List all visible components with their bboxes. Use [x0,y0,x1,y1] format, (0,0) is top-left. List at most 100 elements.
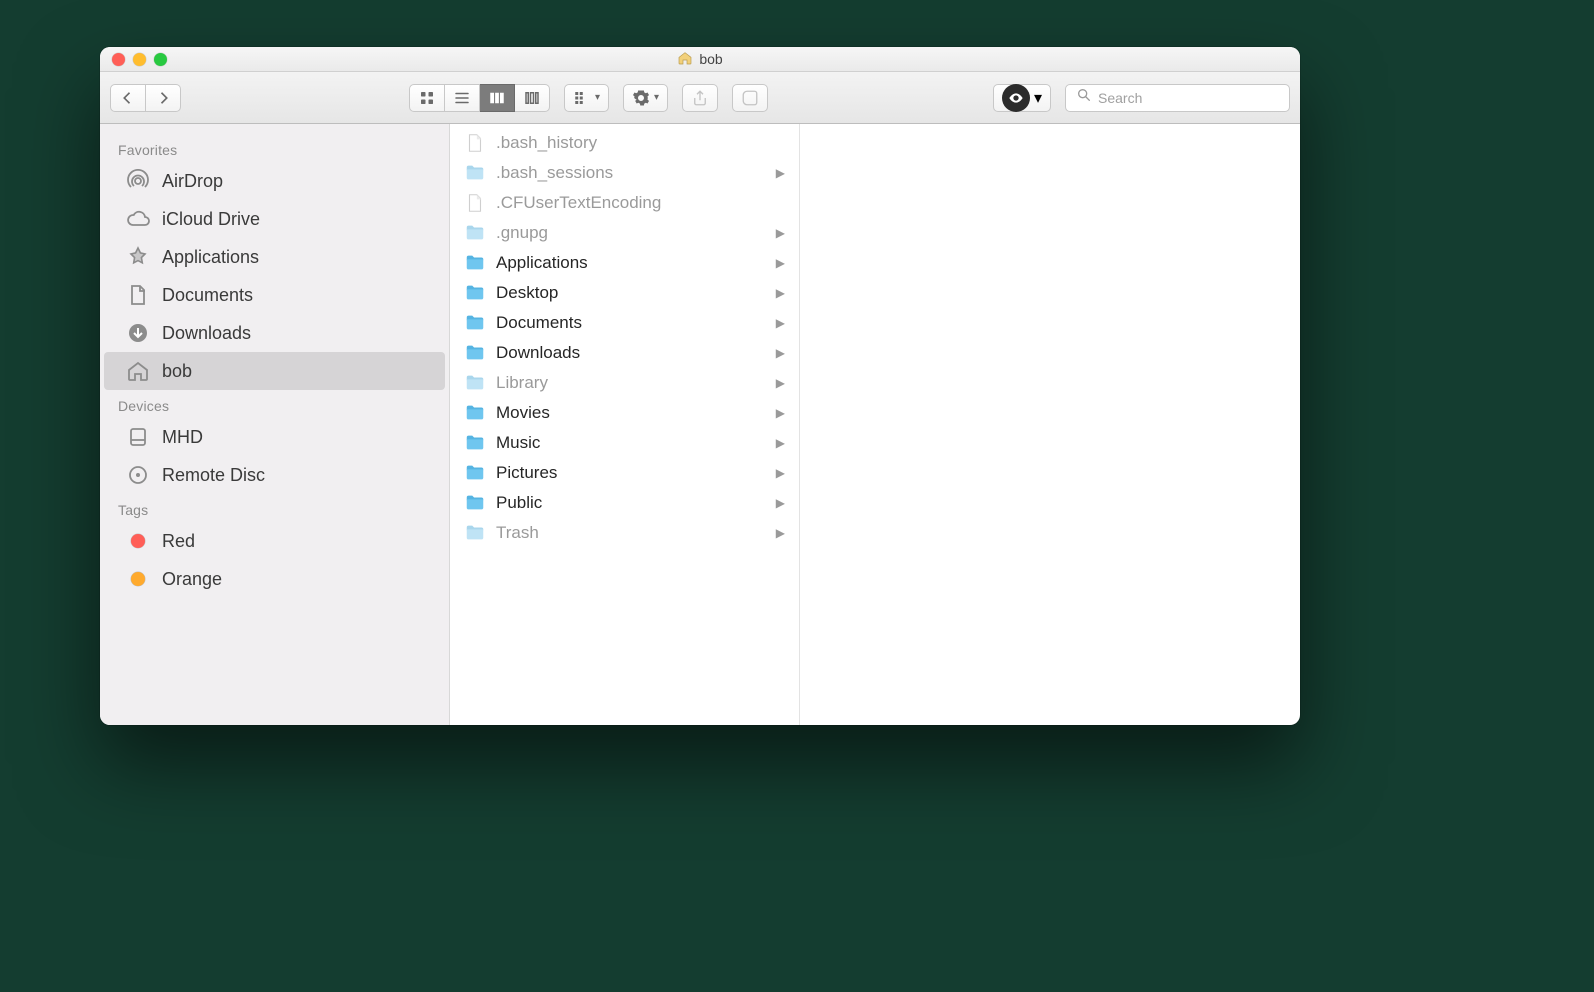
sidebar-item-label: Applications [162,247,259,268]
sidebar-item-airdrop[interactable]: AirDrop [104,162,445,200]
sidebar-item-label: Remote Disc [162,465,265,486]
airdrop-icon [126,169,150,193]
sidebar-item-applications[interactable]: Applications [104,238,445,276]
file-label: Movies [496,403,550,423]
nav-buttons [110,84,181,112]
toolbar: ▾ ▾ ▾ [100,72,1300,124]
sidebar-item-label: Documents [162,285,253,306]
title-bar: bob [100,47,1300,72]
sidebar-heading: Devices [100,390,449,418]
file-icon [464,132,486,154]
sidebar-item-label: AirDrop [162,171,223,192]
file-label: Music [496,433,540,453]
file-label: Desktop [496,283,558,303]
search-icon [1076,87,1092,108]
file-row[interactable]: .bash_sessions▶ [450,158,799,188]
view-gallery-button[interactable] [515,84,550,112]
traffic-lights [112,53,167,66]
file-row[interactable]: Pictures▶ [450,458,799,488]
sidebar-item-label: Downloads [162,323,251,344]
sidebar: FavoritesAirDropiCloud DriveApplications… [100,124,450,725]
arrange-button[interactable]: ▾ [564,84,609,112]
sidebar-item-remote-disc[interactable]: Remote Disc [104,456,445,494]
disclosure-arrow-icon: ▶ [776,466,789,480]
cloud-icon [126,207,150,231]
file-label: Documents [496,313,582,333]
disclosure-arrow-icon: ▶ [776,436,789,450]
close-button[interactable] [112,53,125,66]
file-row[interactable]: Music ▶ [450,428,799,458]
sidebar-item-label: iCloud Drive [162,209,260,230]
file-row[interactable]: Trash▶ [450,518,799,548]
file-label: .CFUserTextEncoding [496,193,661,213]
file-row[interactable]: Documents ▶ [450,308,799,338]
file-row[interactable]: Library▶ [450,368,799,398]
sidebar-item-label: MHD [162,427,203,448]
search-input[interactable] [1098,90,1279,106]
back-button[interactable] [110,84,146,112]
disclosure-arrow-icon: ▶ [776,316,789,330]
disclosure-arrow-icon: ▶ [776,496,789,510]
share-button[interactable] [682,84,718,112]
file-label: Downloads [496,343,580,363]
sidebar-item-label: Orange [162,569,222,590]
folder-icon [464,162,486,184]
sidebar-item-red[interactable]: Red [104,522,445,560]
search-field[interactable] [1065,84,1290,112]
folder-icon [464,402,486,424]
view-columns-button[interactable] [480,84,515,112]
folder-icon [464,492,486,514]
zoom-button[interactable] [154,53,167,66]
window-title-text: bob [699,51,722,67]
hidden-files-toggle[interactable]: ▾ [993,84,1051,112]
tags-button[interactable] [732,84,768,112]
file-row[interactable]: .CFUserTextEncoding [450,188,799,218]
file-row[interactable]: Public ▶ [450,488,799,518]
content-area: FavoritesAirDropiCloud DriveApplications… [100,124,1300,725]
chevron-down-icon: ▾ [1034,88,1042,108]
folder-icon [464,372,486,394]
disclosure-arrow-icon: ▶ [776,166,789,180]
folder-icon [464,282,486,304]
download-icon [126,321,150,345]
folder-icon [464,222,486,244]
minimize-button[interactable] [133,53,146,66]
file-row[interactable]: Applications ▶ [450,248,799,278]
chevron-down-icon: ▾ [595,92,600,103]
sidebar-item-bob[interactable]: bob [104,352,445,390]
forward-button[interactable] [146,84,181,112]
file-label: Library [496,373,548,393]
file-label: Public [496,493,542,513]
file-row[interactable]: .gnupg▶ [450,218,799,248]
view-icons-button[interactable] [409,84,445,112]
folder-icon [464,432,486,454]
action-button[interactable]: ▾ [623,84,668,112]
file-row[interactable]: .bash_history [450,128,799,158]
file-row[interactable]: Downloads ▶ [450,338,799,368]
eye-icon [1002,84,1030,112]
sidebar-item-downloads[interactable]: Downloads [104,314,445,352]
tag-icon [126,567,150,591]
file-label: Applications [496,253,588,273]
file-row[interactable]: Movies▶ [450,398,799,428]
disclosure-arrow-icon: ▶ [776,526,789,540]
home-icon [677,50,693,69]
file-label: .gnupg [496,223,548,243]
folder-icon [464,462,486,484]
sidebar-item-icloud-drive[interactable]: iCloud Drive [104,200,445,238]
tag-icon [126,529,150,553]
view-list-button[interactable] [445,84,480,112]
sidebar-item-mhd[interactable]: MHD [104,418,445,456]
folder-icon [464,252,486,274]
disclosure-arrow-icon: ▶ [776,346,789,360]
file-label: .bash_history [496,133,597,153]
file-row[interactable]: Desktop▶ [450,278,799,308]
folder-icon [464,522,486,544]
folder-icon [464,312,486,334]
disclosure-arrow-icon: ▶ [776,256,789,270]
sidebar-item-orange[interactable]: Orange [104,560,445,598]
disk-icon [126,425,150,449]
sidebar-item-documents[interactable]: Documents [104,276,445,314]
chevron-down-icon: ▾ [654,92,659,103]
doc-icon [126,283,150,307]
